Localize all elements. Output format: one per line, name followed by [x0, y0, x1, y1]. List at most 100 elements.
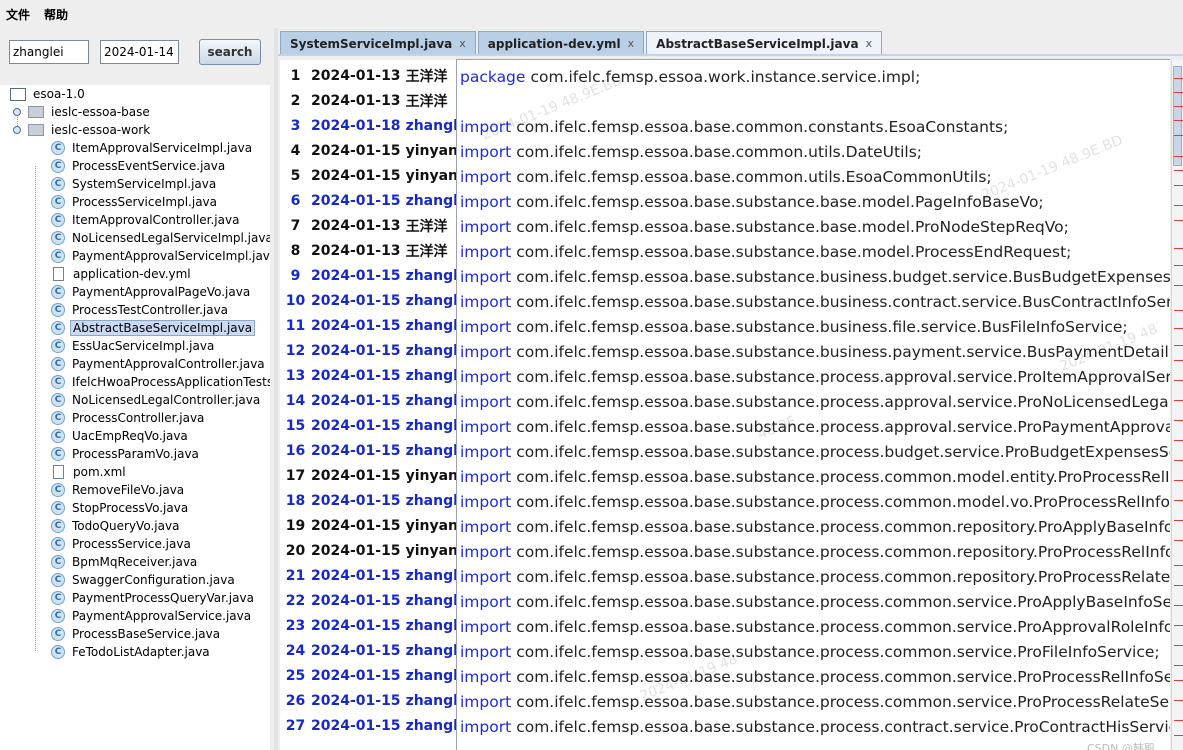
author-search-input[interactable]: [9, 40, 89, 64]
scroll-change-marker: [1174, 135, 1183, 136]
close-tab-icon[interactable]: x: [866, 37, 873, 50]
line-number: 1: [290, 67, 301, 84]
tree-file-label: IfelcHwoaProcessApplicationTests.j: [72, 375, 270, 389]
tree-file-item[interactable]: C PaymentApprovalController.java: [51, 355, 267, 373]
close-tab-icon[interactable]: x: [628, 37, 635, 50]
tree-module-work[interactable]: ieslc-essoa-work: [13, 121, 152, 139]
left-panel: search esoa-1.0 ieslc-essoa-base ieslc-e…: [0, 28, 274, 750]
tree-file-item[interactable]: C ProcessServiceImpl.java: [51, 193, 219, 211]
blame-author: yinyang: [405, 467, 456, 484]
tree-file-item[interactable]: C ProcessController.java: [51, 409, 206, 427]
tab-label: AbstractBaseServiceImpl.java: [656, 36, 859, 51]
date-search-input[interactable]: [100, 40, 179, 64]
blame-row: 2 2024-01-13 王洋洋: [280, 88, 448, 113]
blame-row: 20 2024-01-15yinyang: [280, 538, 456, 563]
menu-bar: 文件 帮助: [0, 0, 1183, 28]
tree-file-item[interactable]: C ProcessTestController.java: [51, 301, 230, 319]
tab-label: SystemServiceImpl.java: [290, 36, 453, 51]
search-button[interactable]: search: [199, 39, 261, 65]
scroll-change-marker: [1174, 380, 1183, 381]
tree-file-item[interactable]: C PaymentApprovalPageVo.java: [51, 283, 252, 301]
tree-file-item[interactable]: C EssUacServiceImpl.java: [51, 337, 216, 355]
code-keyword: import: [460, 642, 512, 661]
java-class-icon: C: [51, 303, 65, 317]
tree-file-item[interactable]: C BpmMqReceiver.java: [51, 553, 199, 571]
scrollbar-thumb[interactable]: [1173, 66, 1182, 166]
vertical-scrollbar[interactable]: [1171, 60, 1183, 750]
tree-file-label: ItemApprovalController.java: [72, 213, 240, 227]
tree-file-item[interactable]: C ItemApprovalController.java: [51, 211, 241, 229]
editor-pane: SystemServiceImpl.java x application-dev.…: [278, 30, 1183, 750]
blame-date: 2024-01-15: [311, 367, 401, 384]
code-line: import com.ifelc.femsp.essoa.base.substan…: [460, 189, 1044, 214]
code-line: import com.ifelc.femsp.essoa.base.substan…: [460, 464, 1170, 489]
tree-file-item[interactable]: C SystemServiceImpl.java: [51, 175, 218, 193]
blame-author: 王洋洋: [405, 243, 448, 260]
tree-file-item[interactable]: application-dev.yml: [51, 265, 193, 283]
line-number: 5: [290, 167, 301, 184]
blame-row: 15 2024-01-15zhanglei: [280, 413, 456, 438]
line-number: 27: [285, 717, 306, 734]
scroll-change-marker: [1174, 720, 1183, 721]
scroll-change-marker: [1174, 420, 1183, 421]
tree-file-item[interactable]: pom.xml: [51, 463, 128, 481]
tab-abstract-base-service-impl[interactable]: AbstractBaseServiceImpl.java x: [646, 31, 883, 55]
tree-file-item[interactable]: C ProcessEventService.java: [51, 157, 227, 175]
line-number: 3: [290, 117, 301, 134]
tree-file-item[interactable]: C FeTodoListAdapter.java: [51, 643, 212, 661]
code-line: import com.ifelc.femsp.essoa.base.common.…: [460, 114, 1008, 139]
tree-file-item[interactable]: C AbstractBaseServiceImpl.java: [51, 319, 256, 337]
java-class-icon: C: [51, 429, 65, 443]
watermark: CSDN @韩殿: [1087, 742, 1155, 750]
tree-guide-line: [35, 166, 36, 651]
scroll-change-marker: [1174, 735, 1183, 736]
menu-file[interactable]: 文件: [6, 6, 30, 23]
tree-file-item[interactable]: C SwaggerConfiguration.java: [51, 571, 237, 589]
code-line: import com.ifelc.femsp.essoa.base.common.…: [460, 164, 992, 189]
tab-system-service-impl[interactable]: SystemServiceImpl.java x: [280, 31, 476, 55]
blame-row: 11 2024-01-15zhanglei: [280, 313, 456, 338]
tree-file-item[interactable]: C IfelcHwoaProcessApplicationTests.j: [51, 373, 270, 391]
code-text: com.ifelc.femsp.essoa.base.substance.pro…: [516, 542, 1170, 561]
tree-file-item[interactable]: C UacEmpReqVo.java: [51, 427, 190, 445]
blame-row: 5 2024-01-15yinyang: [280, 163, 456, 188]
scroll-change-marker: [1174, 400, 1183, 401]
blame-row: 21 2024-01-15zhanglei: [280, 563, 456, 588]
code-keyword: import: [460, 142, 512, 161]
scroll-change-marker: [1174, 156, 1183, 157]
code-editor[interactable]: 2024-01-19 48.9E.BD 2024-01-19 48.9E.BD …: [456, 59, 1170, 750]
blame-gutter: 1 2024-01-13 王洋洋 2 2024-01-13 王洋洋 3 2024-01-18 z…: [280, 60, 456, 750]
expand-toggle-icon[interactable]: [13, 108, 21, 116]
tree-file-item[interactable]: C PaymentProcessQueryVar.java: [51, 589, 256, 607]
tree-root[interactable]: esoa-1.0: [10, 85, 87, 103]
blame-author: yinyang: [405, 142, 456, 159]
tree-file-item[interactable]: C ProcessParamVo.java: [51, 445, 201, 463]
blame-date: 2024-01-13: [311, 67, 401, 84]
tree-file-item[interactable]: C ProcessService.java: [51, 535, 193, 553]
blame-date: 2024-01-15: [311, 667, 401, 684]
scroll-change-marker: [1174, 220, 1183, 221]
collapse-toggle-icon[interactable]: [13, 126, 21, 134]
tab-application-dev-yml[interactable]: application-dev.yml x: [477, 31, 645, 55]
tree-file-item[interactable]: C NoLicensedLegalServiceImpl.java: [51, 229, 270, 247]
scroll-change-marker: [1174, 120, 1183, 121]
project-tree[interactable]: esoa-1.0 ieslc-essoa-base ieslc-essoa-wo…: [0, 85, 270, 750]
close-tab-icon[interactable]: x: [459, 37, 466, 50]
java-class-icon: C: [51, 411, 65, 425]
tree-file-item[interactable]: C PaymentApprovalService.java: [51, 607, 253, 625]
tree-file-label: ProcessEventService.java: [72, 159, 226, 173]
code-text: com.ifelc.femsp.essoa.work.instance.serv…: [530, 67, 921, 86]
tree-file-label: NoLicensedLegalController.java: [72, 393, 261, 407]
tree-file-item[interactable]: C ProcessBaseService.java: [51, 625, 222, 643]
blame-date: 2024-01-15: [311, 467, 401, 484]
code-text: com.ifelc.femsp.essoa.base.common.consta…: [516, 117, 1009, 136]
tree-file-item[interactable]: C TodoQueryVo.java: [51, 517, 181, 535]
tree-file-item[interactable]: C NoLicensedLegalController.java: [51, 391, 262, 409]
tree-file-item[interactable]: C RemoveFileVo.java: [51, 481, 186, 499]
tree-module-base[interactable]: ieslc-essoa-base: [13, 103, 152, 121]
tree-file-item[interactable]: C ItemApprovalServiceImpl.java: [51, 139, 254, 157]
menu-help[interactable]: 帮助: [44, 6, 68, 23]
tree-file-item[interactable]: C PaymentApprovalServiceImpl.java: [51, 247, 270, 265]
tree-file-item[interactable]: C StopProcessVo.java: [51, 499, 190, 517]
scroll-change-marker: [1174, 310, 1183, 311]
